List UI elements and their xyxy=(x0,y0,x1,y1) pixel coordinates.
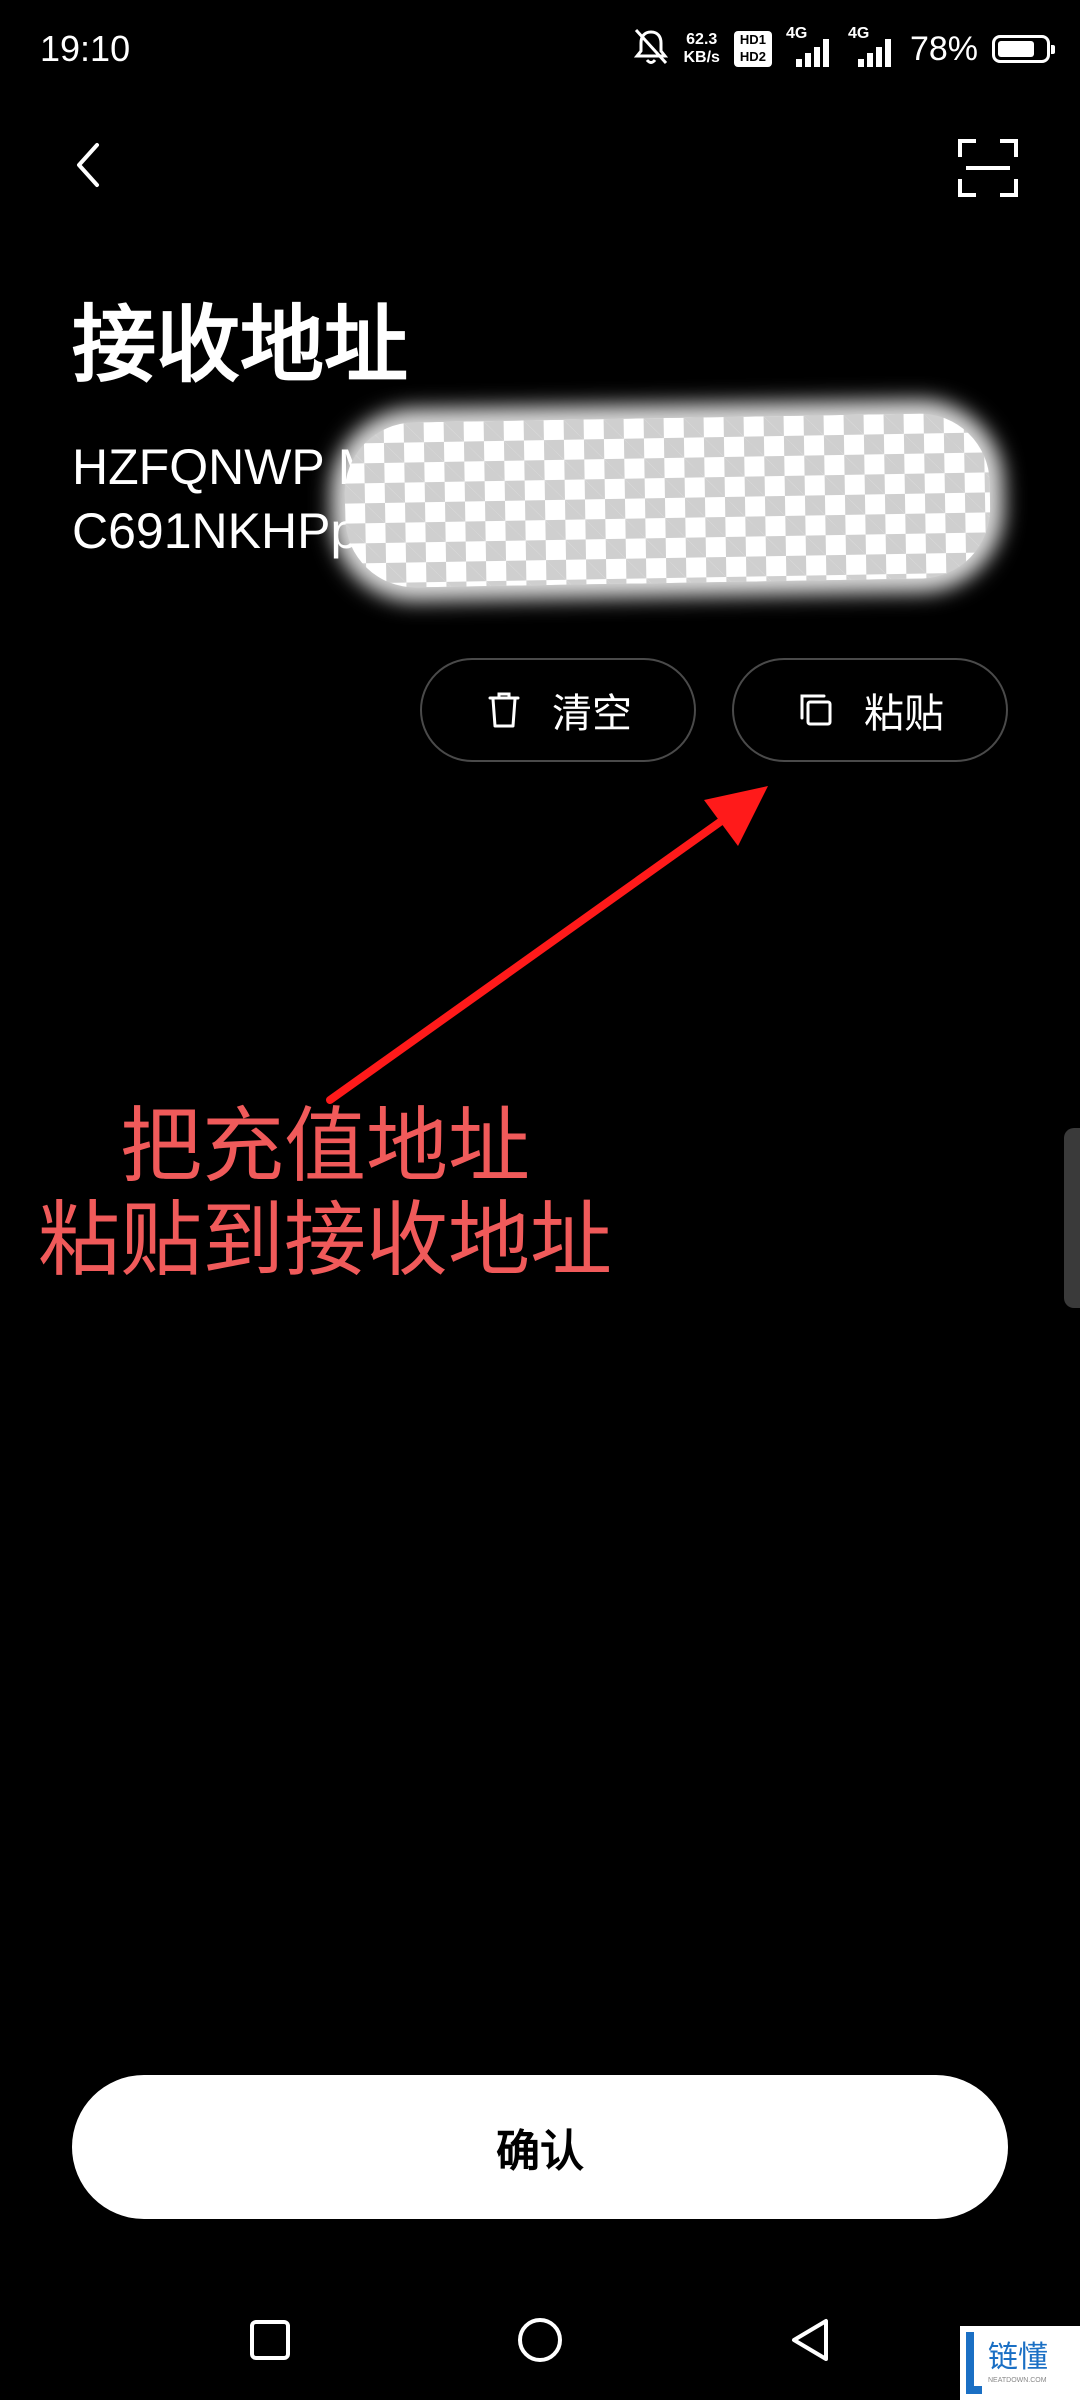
back-button[interactable] xyxy=(58,130,118,200)
chevron-left-icon xyxy=(77,143,99,187)
nav-back-button[interactable] xyxy=(778,2308,842,2372)
battery-percent: 78% xyxy=(909,29,978,68)
annotation-line2: 粘贴到接收地址 xyxy=(37,1193,612,1288)
triangle-back-icon xyxy=(792,2319,828,2361)
hd-icon: HD1 HD2 xyxy=(733,31,772,67)
net-speed-value: 62.3 xyxy=(686,31,718,48)
watermark-text: 链懂 xyxy=(988,2340,1048,2375)
confirm-button[interactable]: 确认 xyxy=(72,2075,1008,2219)
copy-icon xyxy=(796,690,836,730)
net-speed: 62.3 KB/s xyxy=(683,31,719,67)
hd-bottom-label: HD2 xyxy=(739,49,766,64)
paste-button[interactable]: 粘贴 xyxy=(732,658,1008,762)
side-panel-handle[interactable] xyxy=(1064,1128,1080,1308)
battery-fill xyxy=(998,41,1034,57)
scan-button[interactable] xyxy=(950,130,1026,206)
status-time: 19:10 xyxy=(40,28,131,69)
square-icon xyxy=(250,2320,290,2360)
signal-icon: 4G xyxy=(848,25,896,69)
net-speed-unit: KB/s xyxy=(683,49,720,66)
status-icons: 62.3 KB/s HD1 HD2 4G 4G 78% xyxy=(633,25,1055,72)
annotation-arrow xyxy=(326,786,768,1104)
watermark: 链懂 NEATDOWN.COM xyxy=(960,2326,1080,2400)
trash-icon xyxy=(484,690,524,730)
annotation-text: 把充值地址 粘贴到接收地址 xyxy=(0,1100,650,1288)
bell-off-icon xyxy=(633,27,669,71)
redaction-mask xyxy=(343,412,992,589)
clear-button[interactable]: 清空 xyxy=(420,658,696,762)
navigation-bar xyxy=(0,2280,1080,2400)
battery-icon xyxy=(992,35,1055,63)
hd-top-label: HD1 xyxy=(739,32,766,47)
paste-label: 粘贴 xyxy=(864,691,944,737)
page-title: 接收地址 xyxy=(72,296,409,394)
clear-label: 清空 xyxy=(552,691,632,737)
home-button[interactable] xyxy=(508,2308,572,2372)
signal-icon: 4G xyxy=(786,25,834,69)
annotation-line1: 把充值地址 xyxy=(119,1099,530,1194)
recent-apps-button[interactable] xyxy=(238,2308,302,2372)
scan-icon xyxy=(958,139,1018,197)
watermark-logo-icon xyxy=(966,2332,982,2394)
watermark-subtext: NEATDOWN.COM xyxy=(988,2377,1047,2384)
status-bar: 19:10 62.3 KB/s HD1 HD2 4G 4G 78% xyxy=(0,0,1080,100)
circle-icon xyxy=(518,2318,562,2362)
